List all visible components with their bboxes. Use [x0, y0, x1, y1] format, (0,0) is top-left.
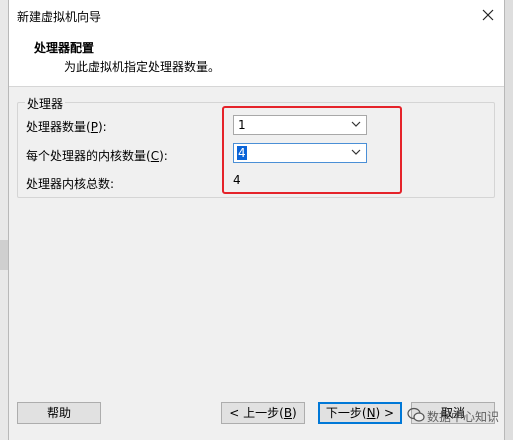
background-window-fragment [0, 240, 8, 270]
watermark-text: 数据中心知识 [427, 410, 500, 424]
next-button[interactable]: 下一步(N) > [318, 402, 402, 424]
help-button[interactable]: 帮助 [17, 402, 101, 424]
processor-count-label: 处理器数量(P): [26, 120, 107, 134]
title-bar: 新建虚拟机向导 [9, 0, 504, 31]
close-button[interactable] [472, 0, 504, 31]
window-title: 新建虚拟机向导 [17, 10, 102, 24]
new-vm-wizard-dialog: 新建虚拟机向导 处理器配置 为此虚拟机指定处理器数量。 处理器 处理器数量(P)… [8, 0, 505, 440]
wizard-header: 处理器配置 为此虚拟机指定处理器数量。 [9, 31, 504, 87]
processors-group-label: 处理器 [25, 95, 66, 112]
close-icon [482, 9, 494, 21]
cores-per-processor-label: 每个处理器的内核数量(C): [26, 149, 168, 163]
page-subtitle: 为此虚拟机指定处理器数量。 [64, 60, 221, 74]
background-window-edge [0, 0, 8, 440]
page-title: 处理器配置 [34, 41, 95, 55]
total-cores-label: 处理器内核总数: [26, 177, 115, 191]
wechat-icon [407, 407, 425, 422]
annotation-highlight-box [222, 106, 402, 194]
background-window-edge-right [505, 0, 513, 440]
back-button[interactable]: < 上一步(B) [221, 402, 305, 424]
